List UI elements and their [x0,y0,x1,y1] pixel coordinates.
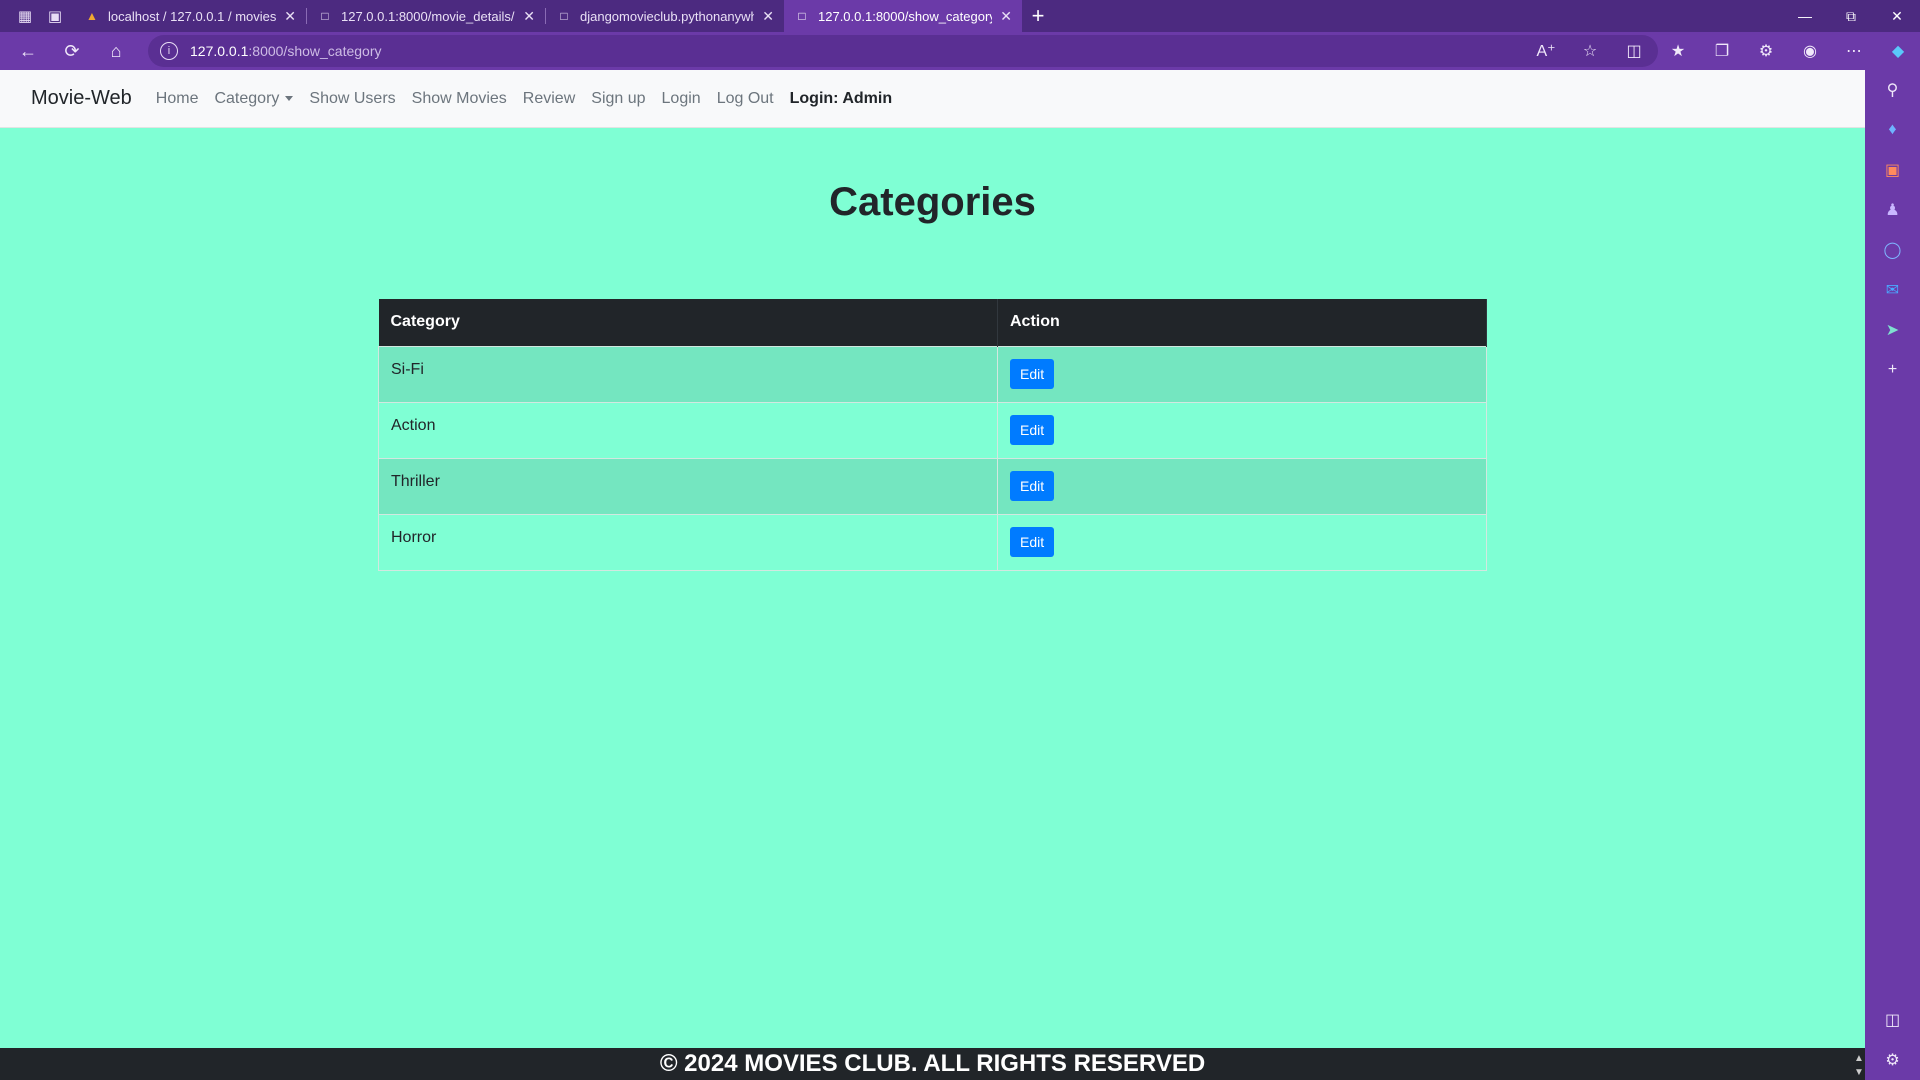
nav-link-category[interactable]: Category [214,89,294,108]
edit-button[interactable]: Edit [1010,359,1055,389]
sidebar-bottom: ◫ ⚙ [1865,1000,1920,1080]
split-screen-icon[interactable]: ◫ [1612,41,1656,61]
browser-address-bar: ← ⟳ ⌂ i 127.0.0.1:8000/show_category A⁺ … [0,32,1920,70]
search-icon[interactable]: ⚲ [1865,70,1920,110]
microsoft365-icon[interactable]: ◯ [1865,230,1920,270]
url-path: :8000/show_category [248,43,382,59]
nav-link-home[interactable]: Home [156,90,199,108]
browser-tab-phpmyadmin[interactable]: ▲ localhost / 127.0.0.1 / movies_db ✕ [74,0,306,32]
action-cell: Edit [997,513,1487,571]
tab-actions-icon[interactable]: ▣ [40,0,70,32]
close-window-icon[interactable]: ✕ [1874,0,1920,32]
nav-link-show-users[interactable]: Show Users [309,90,395,108]
scroll-up-icon[interactable]: ▲ [1853,1053,1865,1064]
categories-table: Category Action Si-Fi Edit Action Edit T… [378,299,1487,571]
tab-title: djangomovieclub.pythonanywhere [580,8,755,24]
more-icon[interactable]: ⋯ [1832,41,1876,61]
nav-link-review[interactable]: Review [523,90,575,108]
close-tab-icon[interactable]: ✕ [523,8,535,25]
favorites-icon[interactable]: ★ [1656,41,1700,61]
tab-title: localhost / 127.0.0.1 / movies_db [108,8,277,24]
site-footer: © 2024 MOVIES CLUB. ALL RIGHTS RESERVED [0,1048,1865,1080]
sidebar-settings-icon[interactable]: ⚙ [1865,1040,1920,1080]
restore-icon[interactable]: ⧉ [1828,0,1874,32]
login-status: Login: Admin [789,89,893,107]
page-icon: □ [321,9,329,23]
main-content: Categories Category Action Si-Fi Edit Ac… [0,180,1865,571]
caret-down-icon [285,95,294,101]
outlook-icon[interactable]: ✉ [1865,270,1920,310]
site-navbar: Movie-Web Home Category Show Users Show … [0,70,1865,128]
category-name: Thriller [378,457,998,515]
read-aloud-icon[interactable]: A⁺ [1524,41,1568,61]
phpmyadmin-icon: ▲ [86,9,98,23]
toolbox-icon[interactable]: ▣ [1865,150,1920,190]
browser-sidebar: ⚲ ♦ ▣ ♟ ◯ ✉ ➤ + ◫ ⚙ [1865,70,1920,1080]
browser-tab-pythonanywhere[interactable]: □ djangomovieclub.pythonanywhere ✕ [546,0,784,32]
home-icon[interactable]: ⌂ [94,32,138,70]
action-cell: Edit [997,345,1487,403]
nav-link-show-movies[interactable]: Show Movies [412,90,507,108]
url-host: 127.0.0.1 [190,43,249,59]
page-icon: □ [560,9,568,23]
page-icon: □ [798,9,806,23]
close-tab-icon[interactable]: ✕ [762,8,774,25]
page-viewport: Movie-Web Home Category Show Users Show … [0,70,1865,1080]
back-icon[interactable]: ← [6,32,50,70]
tab-title: 127.0.0.1:8000/show_category [818,8,993,24]
extensions-icon[interactable]: ⚙ [1744,41,1788,61]
add-sidebar-icon[interactable]: + [1865,350,1920,390]
profile-icon[interactable]: ◉ [1788,41,1832,61]
shopping-tag-icon[interactable]: ♦ [1865,110,1920,150]
action-cell: Edit [997,457,1487,515]
collections-icon[interactable]: ❐ [1700,41,1744,61]
refresh-icon[interactable]: ⟳ [50,32,94,70]
nav-link-category-label: Category [214,89,280,107]
category-name: Si-Fi [378,345,998,403]
site-info-icon[interactable]: i [160,42,178,60]
footer-text: © 2024 MOVIES CLUB. ALL RIGHTS RESERVED [659,1050,1206,1077]
category-name: Action [378,401,998,459]
table-row: Action Edit [378,401,1487,459]
table-row: Si-Fi Edit [378,345,1487,403]
category-name: Horror [378,513,998,571]
favorite-star-icon[interactable]: ☆ [1568,41,1612,61]
send-icon[interactable]: ➤ [1865,310,1920,350]
minimize-icon[interactable]: — [1782,0,1828,32]
games-icon[interactable]: ♟ [1865,190,1920,230]
scroll-down-icon[interactable]: ▼ [1853,1067,1865,1078]
edit-button[interactable]: Edit [1010,527,1055,557]
brand-logo[interactable]: Movie-Web [31,87,132,110]
new-tab-button[interactable]: + [1022,0,1054,32]
tab-title: 127.0.0.1:8000/movie_details/ [341,8,515,24]
browser-tab-show-category[interactable]: □ 127.0.0.1:8000/show_category ✕ [784,0,1022,32]
hide-sidebar-icon[interactable]: ◫ [1865,1000,1920,1040]
url-input[interactable]: i 127.0.0.1:8000/show_category [148,35,1658,67]
table-row: Horror Edit [378,513,1487,571]
edit-button[interactable]: Edit [1010,415,1055,445]
action-cell: Edit [997,401,1487,459]
window-controls: — ⧉ ✕ [1782,0,1920,32]
browser-tab-movie-details[interactable]: □ 127.0.0.1:8000/movie_details/ ✕ [307,0,545,32]
copilot-icon[interactable]: ◆ [1876,41,1920,61]
edit-button[interactable]: Edit [1010,471,1055,501]
close-tab-icon[interactable]: ✕ [284,8,296,25]
column-header-category: Category [378,299,998,346]
close-tab-icon[interactable]: ✕ [1000,8,1012,25]
table-row: Thriller Edit [378,457,1487,515]
table-header-row: Category Action [378,299,1487,346]
column-header-action: Action [997,299,1487,346]
nav-link-login[interactable]: Login [662,90,701,108]
toolbar-actions: A⁺ ☆ ◫ ★ ❐ ⚙ ◉ ⋯ ◆ [1524,32,1920,70]
page-title: Categories [829,180,1036,224]
nav-link-signup[interactable]: Sign up [591,90,645,108]
workspaces-icon[interactable]: ▦ [10,0,40,32]
browser-tab-bar: ▦ ▣ ▲ localhost / 127.0.0.1 / movies_db … [0,0,1920,32]
nav-link-logout[interactable]: Log Out [717,90,774,108]
